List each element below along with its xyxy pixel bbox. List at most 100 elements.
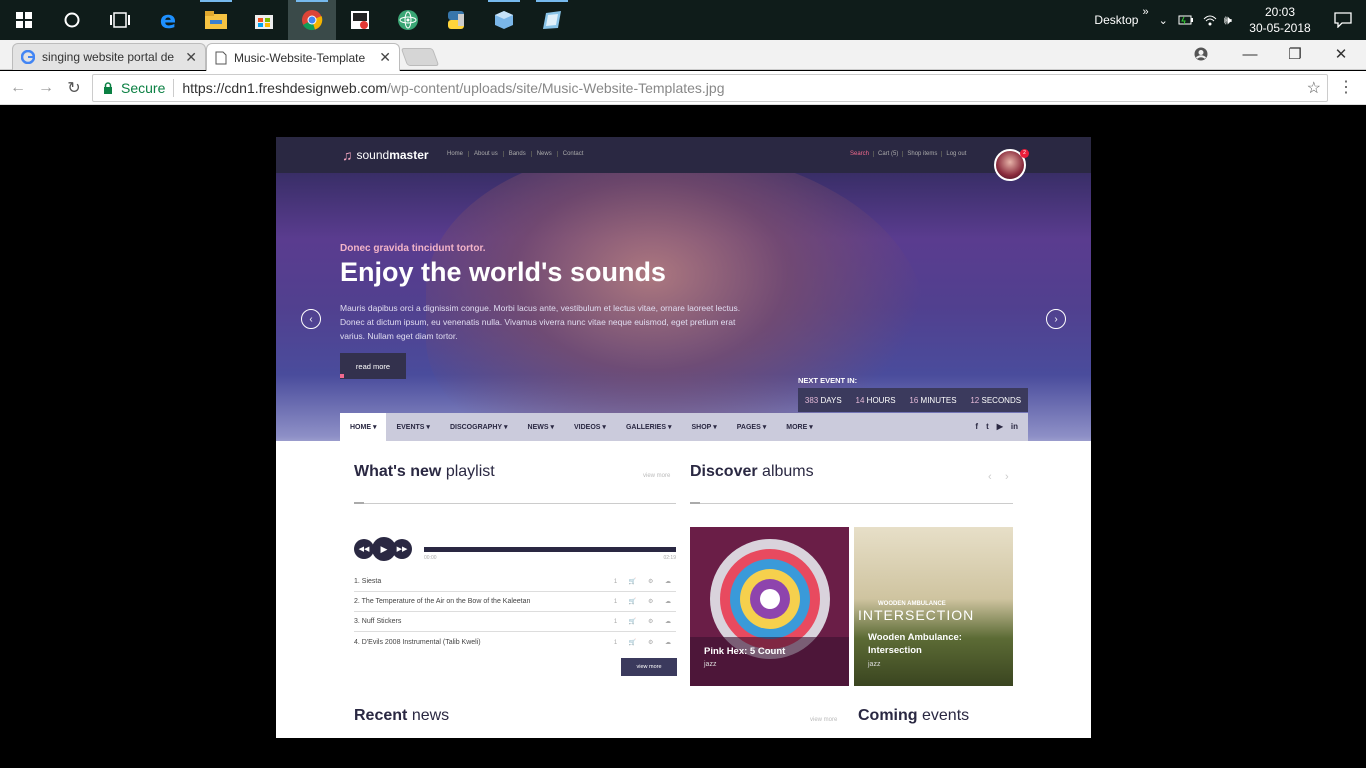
top-nav-cart[interactable]: Cart (5)	[874, 151, 904, 157]
atom-icon	[398, 10, 418, 30]
desktop-toolbar-label[interactable]: Desktop	[1094, 13, 1138, 27]
album-title: Pink Hex: 5 Count	[704, 646, 786, 657]
action-center-button[interactable]	[1320, 12, 1366, 28]
edge-icon: e	[159, 6, 177, 34]
main-nav-events[interactable]: EVENTS ▾	[386, 413, 439, 441]
start-button[interactable]	[0, 0, 48, 40]
system-tray: Desktop » ⌄ 🕪 20:03 30-05-2018	[1094, 0, 1366, 40]
track-action-icons[interactable]: 1 🛒 ⚙ ☁	[614, 578, 676, 585]
track-action-icons[interactable]: 1 🛒 ⚙ ☁	[614, 598, 676, 605]
rewind-button[interactable]: ◀◀	[354, 539, 374, 559]
browser-tab-google[interactable]: singing website portal de ✕	[12, 43, 206, 70]
media-app[interactable]	[336, 0, 384, 40]
new-tab-button[interactable]	[400, 48, 440, 66]
tab-close-icon[interactable]: ✕	[185, 49, 197, 66]
playlist-track[interactable]: 3. Nuff Stickers 1 🛒 ⚙ ☁	[354, 612, 676, 632]
countdown-value: 16	[909, 395, 919, 405]
main-nav-videos[interactable]: VIDEOS ▾	[564, 413, 616, 441]
forward-button[interactable]: ▶▶	[392, 539, 412, 559]
progress-bar[interactable]	[424, 547, 676, 552]
main-nav-pages[interactable]: PAGES ▾	[727, 413, 776, 441]
albums-prev-icon[interactable]: ‹	[988, 471, 992, 483]
close-window-button[interactable]: ✕	[1318, 40, 1364, 68]
url-text[interactable]: https://cdn1.freshdesignweb.com/wp-conte…	[174, 80, 724, 96]
wifi-icon[interactable]	[1202, 13, 1218, 27]
profile-button[interactable]	[1178, 40, 1224, 68]
play-icon: ▶	[380, 543, 388, 554]
album-card[interactable]: Pink Hex: 5 Count jazz	[690, 527, 849, 686]
cortana-button[interactable]	[48, 0, 96, 40]
top-nav-shop[interactable]: Shop items	[903, 151, 943, 157]
secure-indicator[interactable]: Secure	[93, 79, 175, 97]
track-title: 2. The Temperature of the Air on the Bow…	[354, 598, 531, 605]
album-card[interactable]: WOODEN AMBULANCE INTERSECTION Wooden Amb…	[854, 527, 1013, 686]
playlist-track[interactable]: 4. D'Evils 2008 Instrumental (Talib Kwel…	[354, 632, 676, 652]
top-nav-news[interactable]: News	[532, 151, 558, 157]
cube-icon	[495, 11, 513, 29]
track-action-icons[interactable]: 1 🛒 ⚙ ☁	[614, 618, 676, 625]
double-chevron-icon[interactable]: »	[1142, 6, 1148, 18]
playlist-view-more-link[interactable]: view more	[643, 473, 670, 479]
edge-app[interactable]: e	[144, 0, 192, 40]
heading-bold: Recent	[354, 707, 408, 724]
site-logo[interactable]: ♫ sound master	[342, 147, 429, 163]
forward-arrow-icon[interactable]: →	[32, 79, 60, 97]
virtualbox-app[interactable]	[480, 0, 528, 40]
albums-next-icon[interactable]: ›	[1005, 471, 1009, 483]
main-nav-home[interactable]: HOME ▾	[340, 413, 387, 441]
slide-indicator[interactable]	[340, 374, 344, 378]
top-nav-home[interactable]: Home	[442, 151, 470, 157]
main-nav-discography[interactable]: DISCOGRAPHY ▾	[440, 413, 518, 441]
slider-next-button[interactable]: ›	[1046, 309, 1066, 329]
chrome-app[interactable]	[288, 0, 336, 40]
main-nav-news[interactable]: NEWS ▾	[518, 413, 564, 441]
tab-close-icon[interactable]: ✕	[379, 49, 391, 66]
top-nav-about[interactable]: About us	[469, 151, 504, 157]
chrome-menu-icon[interactable]: ⋮	[1338, 77, 1354, 97]
cortana-icon	[64, 12, 80, 28]
main-nav-more[interactable]: MORE ▾	[776, 413, 822, 441]
twitter-icon[interactable]: t	[986, 422, 989, 431]
playlist-track[interactable]: 1. Siesta 1 🛒 ⚙ ☁	[354, 572, 676, 592]
back-arrow-icon[interactable]: ←	[4, 79, 32, 97]
restore-button[interactable]: ❐	[1272, 40, 1318, 68]
reload-icon[interactable]: ↻	[60, 78, 88, 98]
bookmark-star-icon[interactable]: ☆	[1307, 78, 1321, 98]
track-action-icons[interactable]: 1 🛒 ⚙ ☁	[614, 639, 676, 646]
top-nav-contact[interactable]: Contact	[558, 151, 589, 157]
top-nav-search[interactable]: Search	[846, 151, 875, 157]
read-more-button[interactable]: read more	[340, 353, 406, 379]
playlist-track[interactable]: 2. The Temperature of the Air on the Bow…	[354, 592, 676, 612]
countdown-value: 14	[855, 395, 865, 405]
facebook-icon[interactable]: f	[975, 422, 978, 431]
youtube-icon[interactable]: ▶	[997, 422, 1003, 431]
clock-time: 20:03	[1264, 5, 1296, 19]
track-title: 1. Siesta	[354, 578, 382, 585]
main-nav-shop[interactable]: SHOP ▾	[681, 413, 726, 441]
file-explorer-app[interactable]	[192, 0, 240, 40]
python-app[interactable]	[432, 0, 480, 40]
top-nav-bands[interactable]: Bands	[504, 151, 532, 157]
battery-charging-icon[interactable]	[1178, 13, 1194, 27]
playlist-view-more-button[interactable]: view more	[621, 658, 677, 676]
omnibox[interactable]: Secure https://cdn1.freshdesignweb.com/w…	[92, 74, 1328, 102]
hero-subtitle: Donec gravida tincidunt tortor.	[340, 243, 486, 254]
clock[interactable]: 20:03 30-05-2018	[1240, 4, 1320, 36]
atom-app[interactable]	[384, 0, 432, 40]
notes-app[interactable]	[528, 0, 576, 40]
countdown-days: 383 DAYS	[805, 396, 842, 405]
slider-prev-button[interactable]: ‹	[301, 309, 321, 329]
store-app[interactable]	[240, 0, 288, 40]
task-view-button[interactable]	[96, 0, 144, 40]
page-viewport: ♫ sound master Home About us Bands News C…	[0, 106, 1366, 768]
minimize-button[interactable]: —	[1227, 40, 1273, 68]
main-nav-galleries[interactable]: GALLERIES ▾	[616, 413, 682, 441]
divider-accent	[354, 502, 364, 504]
top-nav-logout[interactable]: Log out	[942, 151, 970, 157]
browser-tab-strip: singing website portal de ✕ Music-Websit…	[0, 40, 1366, 71]
news-view-more-link[interactable]: view more	[810, 717, 837, 723]
browser-tab-music-template[interactable]: Music-Website-Template ✕	[206, 43, 400, 71]
chevron-up-icon[interactable]: ⌄	[1159, 14, 1168, 27]
volume-icon[interactable]: 🕪	[1224, 12, 1232, 28]
linkedin-icon[interactable]: in	[1011, 422, 1018, 431]
